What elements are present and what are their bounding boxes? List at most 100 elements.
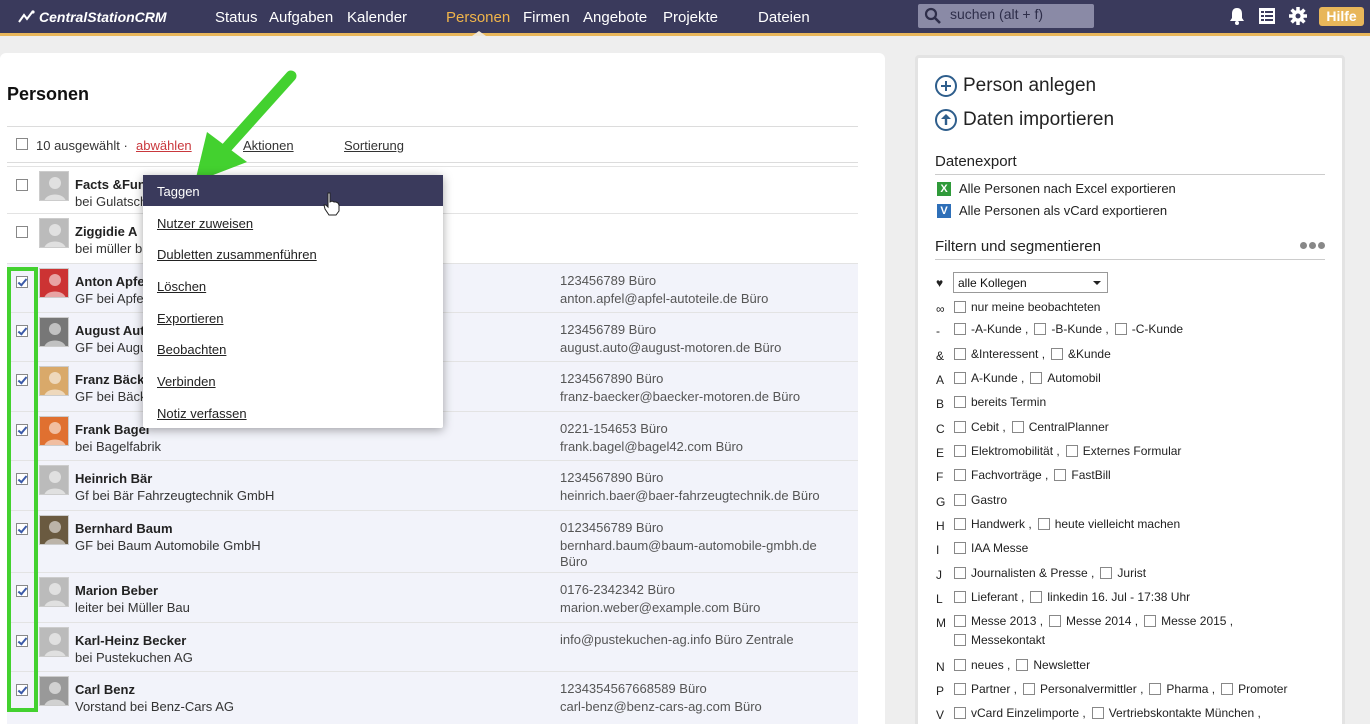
person-name[interactable]: Anton Apfel	[75, 274, 148, 289]
filter-checkbox[interactable]	[954, 421, 966, 433]
help-button[interactable]: Hilfe	[1319, 7, 1364, 26]
bell-icon[interactable]	[1227, 6, 1247, 26]
filter-option[interactable]: vCard Einzelimporte ,	[954, 706, 1086, 720]
filter-checkbox[interactable]	[1149, 683, 1162, 695]
filter-checkbox[interactable]	[1091, 707, 1104, 719]
person-name[interactable]: Marion Beber	[75, 583, 158, 598]
filter-checkbox[interactable]	[1037, 518, 1050, 530]
add-person-button[interactable]: Person anlegen	[935, 75, 1096, 97]
filter-option[interactable]: &Kunde	[1051, 347, 1111, 361]
table-row[interactable]: Carl Benz Vorstand bei Benz-Cars AG 123435…	[7, 671, 858, 724]
filter-option[interactable]: Externes Formular	[1065, 444, 1181, 458]
person-phone[interactable]: 123456789 Büro	[560, 273, 656, 288]
filter-option[interactable]: Promoter	[1221, 682, 1287, 696]
person-name[interactable]: Facts &Fun	[75, 177, 146, 192]
nav-angebote[interactable]: Angebote	[583, 9, 647, 26]
dropdown-item-delete[interactable]: Löschen	[157, 279, 206, 294]
filter-checkbox[interactable]	[1034, 323, 1047, 335]
filter-checkbox[interactable]	[1030, 372, 1043, 384]
nav-projekte[interactable]: Projekte	[663, 9, 718, 26]
nav-dateien[interactable]: Dateien	[758, 9, 810, 26]
person-phone[interactable]: 1234567890 Büro	[560, 371, 663, 386]
nav-aufgaben[interactable]: Aufgaben	[269, 9, 333, 26]
nav-personen[interactable]: Personen	[446, 9, 510, 26]
select-all-checkbox[interactable]	[16, 138, 28, 150]
filter-option[interactable]: CentralPlanner	[1011, 420, 1109, 434]
filter-checkbox[interactable]	[1016, 659, 1029, 671]
avatar[interactable]	[39, 515, 69, 545]
person-company[interactable]: bei müller b	[75, 241, 142, 256]
person-email[interactable]: august.auto@august-motoren.de Büro	[560, 340, 781, 355]
filter-checkbox[interactable]	[1051, 348, 1064, 360]
app-logo[interactable]: CentralStationCRM	[17, 9, 167, 25]
avatar[interactable]	[39, 577, 69, 607]
sort-menu[interactable]: Sortierung	[344, 138, 404, 153]
avatar[interactable]	[39, 268, 69, 298]
filter-checkbox[interactable]	[1221, 683, 1234, 695]
filter-option[interactable]: neues ,	[954, 658, 1010, 672]
filter-option[interactable]: heute vielleicht machen	[1037, 517, 1180, 531]
filter-checkbox[interactable]	[1144, 615, 1157, 627]
import-data-button[interactable]: Daten importieren	[935, 109, 1114, 131]
nav-firmen[interactable]: Firmen	[523, 9, 570, 26]
search-input[interactable]: suchen (alt + f)	[918, 4, 1094, 28]
dropdown-item-connect[interactable]: Verbinden	[157, 374, 216, 389]
filter-option[interactable]: Messe 2014 ,	[1049, 614, 1138, 628]
filter-checkbox[interactable]	[954, 567, 966, 579]
filter-checkbox[interactable]	[954, 372, 966, 384]
filter-checkbox[interactable]	[1065, 445, 1078, 457]
row-checkbox[interactable]	[16, 179, 28, 191]
filter-checkbox[interactable]	[954, 683, 966, 695]
person-email[interactable]: carl-benz@benz-cars-ag.com Büro	[560, 699, 762, 714]
dropdown-item-watch[interactable]: Beobachten	[157, 342, 226, 357]
filter-checkbox[interactable]	[954, 494, 966, 506]
filter-checkbox[interactable]	[954, 615, 966, 627]
filter-option[interactable]: Pharma ,	[1149, 682, 1215, 696]
person-name[interactable]: Heinrich Bär	[75, 471, 152, 486]
person-company[interactable]: bei Gulatsch	[75, 194, 147, 209]
dropdown-item-merge-duplicates[interactable]: Dubletten zusammenführen	[157, 247, 317, 262]
filter-option[interactable]: -B-Kunde ,	[1034, 322, 1109, 336]
filter-checkbox[interactable]	[1054, 469, 1067, 481]
person-phone[interactable]: 1234567890 Büro	[560, 470, 663, 485]
colleague-select[interactable]: alle Kollegen	[953, 272, 1108, 293]
filter-option[interactable]: Personalvermittler ,	[1023, 682, 1143, 696]
table-row[interactable]: Bernhard Baum GF bei Baum Automobile GmbH…	[7, 510, 858, 572]
filter-option[interactable]: Messe 2013 ,	[954, 614, 1043, 628]
person-name[interactable]: Karl-Heinz Becker	[75, 633, 186, 648]
filter-option[interactable]: A-Kunde ,	[954, 371, 1024, 385]
filter-option[interactable]: nur meine beobachteten	[954, 300, 1100, 314]
filter-checkbox[interactable]	[954, 469, 966, 481]
filter-checkbox[interactable]	[954, 396, 966, 408]
filter-option[interactable]: -C-Kunde	[1114, 322, 1183, 336]
filter-option[interactable]: bereits Termin	[954, 395, 1046, 409]
gear-icon[interactable]	[1288, 6, 1308, 26]
person-phone[interactable]: 0176-2342342 Büro	[560, 582, 675, 597]
filter-option[interactable]: Automobil	[1030, 371, 1101, 385]
avatar[interactable]	[39, 627, 69, 657]
filter-checkbox[interactable]	[954, 348, 966, 360]
filter-option[interactable]: Vertriebskontakte München ,	[1091, 706, 1261, 720]
filter-checkbox[interactable]	[954, 542, 966, 554]
avatar[interactable]	[39, 171, 69, 201]
person-email[interactable]: franz-baecker@baecker-motoren.de Büro	[560, 389, 800, 404]
filter-checkbox[interactable]	[954, 445, 966, 457]
person-company[interactable]: GF bei Baum Automobile GmbH	[75, 538, 261, 553]
filter-checkbox[interactable]	[954, 301, 966, 313]
filter-checkbox[interactable]	[1011, 421, 1024, 433]
more-options-icon[interactable]	[1300, 242, 1325, 249]
filter-checkbox[interactable]	[1100, 567, 1113, 579]
table-row[interactable]: Marion Beber leiter bei Müller Bau 0176-23…	[7, 572, 858, 622]
person-company[interactable]: bei Pustekuchen AG	[75, 650, 193, 665]
person-company[interactable]: bei Bagelfabrik	[75, 439, 161, 454]
person-phone[interactable]: 1234354567668589 Büro	[560, 681, 707, 696]
table-row[interactable]: Heinrich Bär Gf bei Bär Fahrzeugtechnik G…	[7, 460, 858, 510]
list-icon[interactable]	[1257, 6, 1277, 26]
filter-checkbox[interactable]	[954, 634, 966, 646]
person-phone[interactable]: info@pustekuchen-ag.info Büro Zentrale	[560, 632, 794, 647]
filter-option[interactable]: linkedin 16. Jul - 17:38 Uhr	[1030, 590, 1190, 604]
avatar[interactable]	[39, 676, 69, 706]
filter-option[interactable]: Journalisten & Presse ,	[954, 566, 1094, 580]
avatar[interactable]	[39, 416, 69, 446]
filter-option[interactable]: Handwerk ,	[954, 517, 1032, 531]
